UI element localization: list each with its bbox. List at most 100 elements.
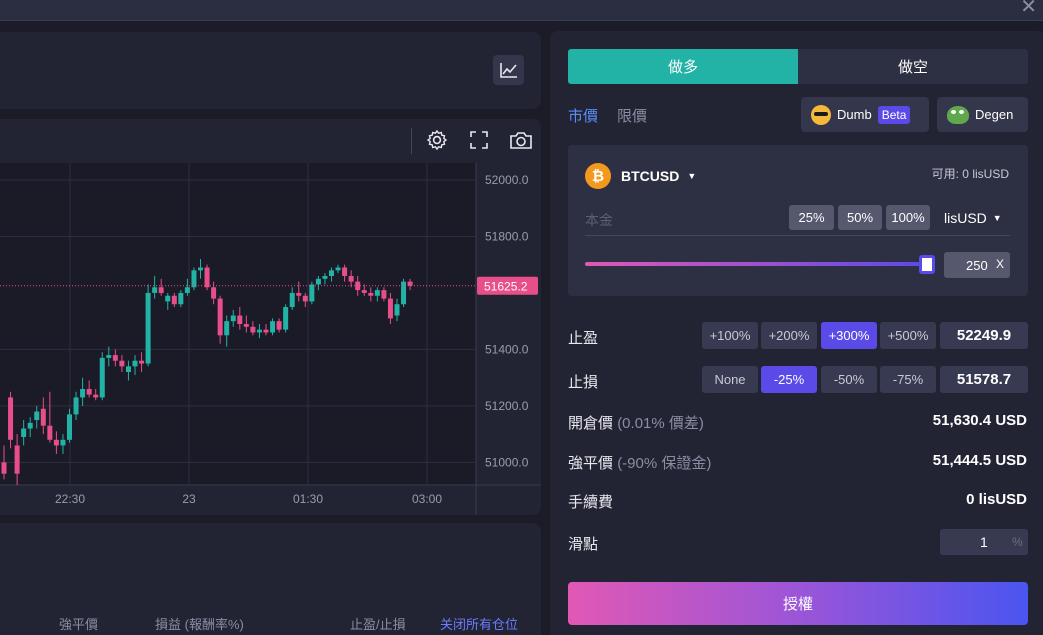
stop-loss-label: 止損: [568, 374, 599, 391]
take-profit-option-button[interactable]: +300%: [821, 322, 877, 349]
leverage-slider-track[interactable]: [585, 262, 928, 266]
candle-body: [40, 408, 46, 426]
take-profit-option-button[interactable]: +500%: [880, 322, 936, 349]
percent-50-button[interactable]: 50%: [838, 205, 882, 230]
authorize-button[interactable]: 授權: [568, 582, 1028, 625]
slippage-value: 1: [980, 534, 988, 550]
leverage-slider-thumb[interactable]: [919, 255, 935, 274]
close-all-positions-link[interactable]: 关闭所有仓位: [440, 614, 518, 633]
candle-body: [250, 326, 256, 333]
camera-icon[interactable]: [507, 127, 535, 153]
candle-body: [47, 425, 53, 440]
candle-body: [296, 292, 302, 296]
candle-body: [139, 360, 145, 364]
y-tick-label: 51400.0: [485, 342, 529, 356]
currency-selector[interactable]: lisUSD ▼: [944, 210, 1002, 226]
y-tick-label: 51200.0: [485, 399, 529, 413]
candle-body: [198, 267, 203, 271]
stop-loss-option-button[interactable]: -75%: [880, 366, 936, 393]
candle-body: [361, 290, 367, 293]
tab-long[interactable]: 做多: [568, 49, 798, 84]
line-chart-icon[interactable]: [493, 55, 524, 85]
fee-value: 0 lisUSD: [966, 491, 1027, 508]
col-liq-price: 強平價: [59, 617, 99, 632]
order-type-limit[interactable]: 限價: [617, 105, 647, 126]
tab-short[interactable]: 做空: [798, 49, 1028, 84]
candle-body: [276, 321, 282, 330]
candle-body: [67, 414, 72, 440]
percent-25-button[interactable]: 25%: [789, 205, 834, 230]
slippage-label: 滑點: [568, 536, 599, 553]
candle-body: [211, 287, 217, 299]
candle-body: [217, 298, 223, 336]
candle-body: [8, 397, 14, 440]
take-profit-option-button[interactable]: +200%: [761, 322, 817, 349]
window-top-bar: ✕: [0, 0, 1043, 21]
order-type-market[interactable]: 市價: [568, 105, 598, 126]
candle-body: [93, 394, 99, 398]
x-tick-label: 01:30: [293, 492, 323, 506]
candle-body: [1, 462, 7, 474]
candle-body: [368, 292, 374, 296]
stop-loss-option-button[interactable]: -25%: [761, 366, 817, 393]
candle-body: [86, 388, 92, 395]
x-tick-label: 23: [182, 492, 196, 506]
liq-price-row: 強平價 (-90% 保證金): [568, 452, 711, 473]
gear-icon[interactable]: [424, 127, 450, 153]
col-pnl: 損益 (報酬率%): [155, 617, 244, 632]
chevron-down-icon: ▼: [992, 213, 1002, 223]
input-underline: [585, 235, 1010, 236]
dumb-mascot-icon: [811, 104, 831, 125]
liq-price-value: 51,444.5 USD: [932, 452, 1027, 469]
candle-body: [73, 397, 79, 415]
y-tick-label: 51800.0: [485, 229, 529, 243]
candle-body: [27, 422, 33, 429]
candle-body: [145, 292, 151, 364]
candle-body: [348, 275, 354, 282]
dumb-label: Dumb: [837, 107, 872, 122]
dumb-mode-button[interactable]: Dumb Beta: [801, 97, 929, 132]
slippage-input[interactable]: 1 %: [940, 529, 1028, 555]
close-icon[interactable]: ✕: [1020, 0, 1037, 19]
take-profit-value[interactable]: 52249.9: [940, 322, 1028, 349]
liq-price-label: 強平價: [568, 455, 614, 472]
candle-body: [60, 439, 66, 446]
asset-symbol: BTCUSD: [621, 168, 680, 184]
candlestick-chart[interactable]: 52000.0 51800.0 51400.0 51200.0 51000.0 22:3…: [0, 163, 541, 515]
slippage-unit: %: [1012, 535, 1023, 549]
chevron-down-icon: ▼: [687, 171, 697, 181]
candle-body: [374, 290, 380, 296]
candle-body: [283, 307, 289, 330]
asset-selector[interactable]: BTCUSD ▼: [621, 168, 696, 184]
col-tp-sl: 止盈/止損: [350, 617, 406, 632]
candle-body: [315, 278, 321, 285]
leverage-unit: X: [996, 257, 1005, 271]
stop-loss-option-button[interactable]: -50%: [821, 366, 877, 393]
principal-input[interactable]: 本金: [585, 210, 613, 230]
stop-loss-option-button[interactable]: None: [702, 366, 758, 393]
fee-label: 手續費: [568, 494, 614, 511]
candle-body: [14, 445, 20, 474]
take-profit-option-button[interactable]: +100%: [702, 322, 758, 349]
degen-mode-button[interactable]: Degen: [937, 97, 1028, 132]
candle-body: [34, 411, 40, 421]
candle-body: [112, 355, 118, 361]
candle-body: [401, 281, 407, 305]
candle-body: [407, 281, 413, 286]
candle-body: [270, 321, 276, 333]
currency-label: lisUSD: [944, 210, 987, 226]
open-price-label: 開倉價: [568, 415, 614, 432]
candle-body: [394, 304, 400, 316]
fullscreen-icon[interactable]: [467, 128, 491, 152]
stop-loss-value[interactable]: 51578.7: [940, 366, 1028, 393]
percent-100-button[interactable]: 100%: [886, 205, 930, 230]
candle-body: [224, 321, 230, 336]
candle-body: [132, 360, 138, 367]
candle-body: [165, 295, 171, 302]
x-tick-label: 22:30: [55, 492, 85, 506]
candle-body: [322, 275, 328, 279]
candle-body: [125, 366, 131, 373]
degen-frog-icon: [947, 105, 969, 124]
leverage-input[interactable]: 250 X: [944, 252, 1010, 278]
candle-body: [381, 290, 387, 299]
